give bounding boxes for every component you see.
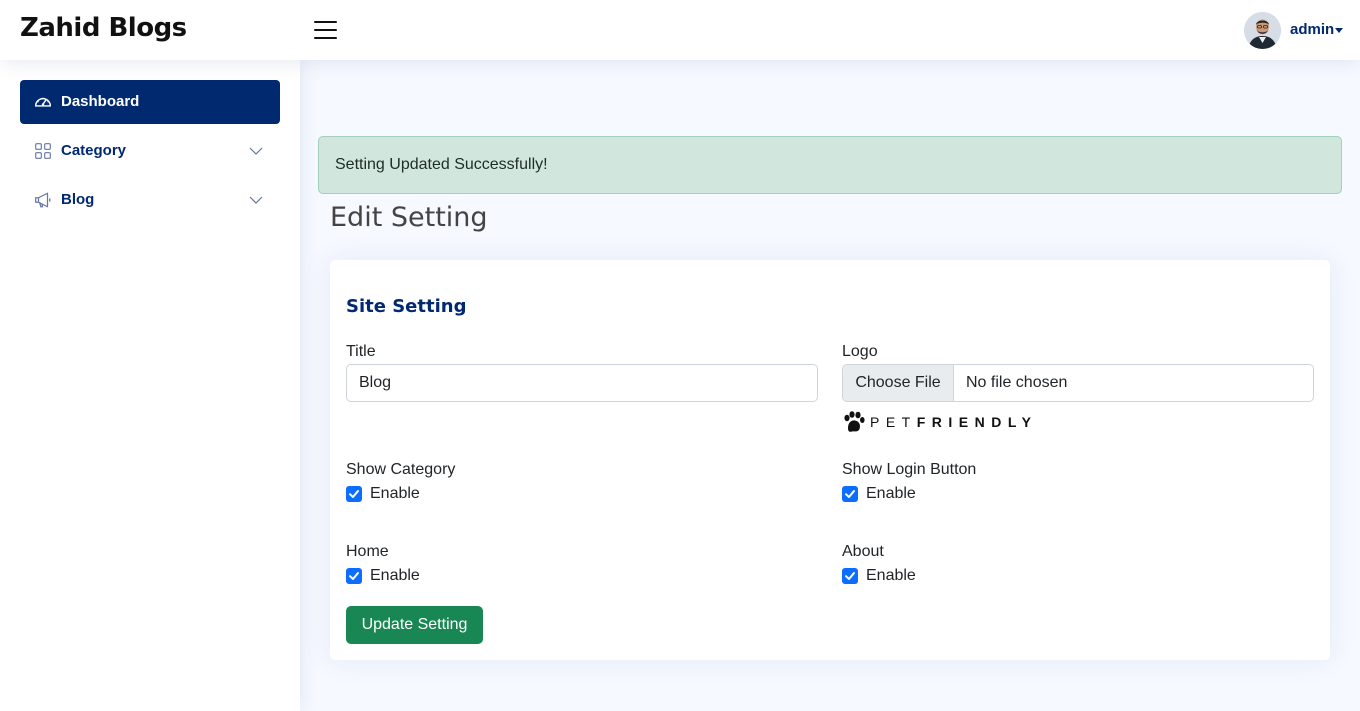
- show-login-check-label[interactable]: Enable: [866, 485, 916, 503]
- paw-icon: [844, 411, 865, 432]
- show-login-label: Show Login Button: [842, 461, 977, 478]
- about-check-label[interactable]: Enable: [866, 567, 916, 585]
- home-checkbox[interactable]: [346, 568, 362, 584]
- speedometer-icon: [34, 97, 52, 107]
- alert-message: Setting Updated Successfully!: [335, 156, 548, 173]
- grid-icon: [35, 143, 51, 159]
- logo-label: Logo: [842, 343, 878, 360]
- sidebar-item-dashboard[interactable]: Dashboard: [20, 80, 280, 124]
- card-title: Site Setting: [346, 296, 467, 317]
- about-checkbox[interactable]: [842, 568, 858, 584]
- home-check-label[interactable]: Enable: [370, 567, 420, 585]
- title-label: Title: [346, 343, 376, 360]
- logo-brand-light: PET: [870, 414, 917, 430]
- about-label: About: [842, 543, 884, 560]
- check-icon: [349, 490, 359, 498]
- sidebar-item-category[interactable]: Category: [20, 129, 280, 173]
- show-login-checkbox[interactable]: [842, 486, 858, 502]
- home-label: Home: [346, 543, 389, 560]
- check-icon: [845, 572, 855, 580]
- top-header: Zahid Blogs admin: [0, 0, 1360, 60]
- sidebar: Dashboard Category Blog: [0, 60, 300, 711]
- success-alert: Setting Updated Successfully!: [318, 136, 1342, 194]
- show-category-label: Show Category: [346, 461, 456, 478]
- brand-logo[interactable]: Zahid Blogs: [20, 13, 187, 43]
- logo-brand-bold: FRIENDLY: [916, 414, 1038, 430]
- logo-file-input[interactable]: Choose File No file chosen: [842, 364, 1314, 402]
- sidebar-item-label: Category: [61, 142, 127, 159]
- logo-preview: PETFRIENDLY: [842, 410, 1052, 434]
- user-menu-name[interactable]: admin: [1290, 21, 1334, 38]
- show-category-checkbox[interactable]: [346, 486, 362, 502]
- settings-card: Site Setting Title Logo Choose File No f…: [330, 260, 1330, 660]
- update-setting-button[interactable]: Update Setting: [346, 606, 483, 644]
- caret-down-icon[interactable]: [1335, 28, 1343, 33]
- sidebar-item-label: Dashboard: [61, 93, 140, 110]
- title-input[interactable]: [346, 364, 818, 402]
- page-title: Edit Setting: [330, 202, 488, 233]
- file-status: No file chosen: [966, 374, 1068, 391]
- avatar[interactable]: [1244, 12, 1281, 49]
- chevron-down-icon: [249, 147, 263, 155]
- sidebar-item-label: Blog: [61, 191, 95, 208]
- chevron-down-icon: [249, 196, 263, 204]
- check-icon: [349, 572, 359, 580]
- menu-toggle-icon[interactable]: [314, 19, 338, 41]
- choose-file-button[interactable]: Choose File: [843, 365, 954, 401]
- show-category-check-label[interactable]: Enable: [370, 485, 420, 503]
- check-icon: [845, 490, 855, 498]
- megaphone-icon: [35, 192, 51, 208]
- sidebar-item-blog[interactable]: Blog: [20, 178, 280, 222]
